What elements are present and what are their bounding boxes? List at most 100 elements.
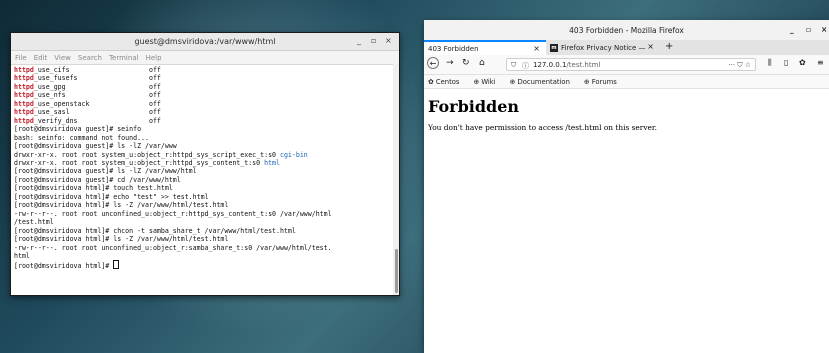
menu-icon[interactable]: ≡ [817,58,824,67]
maximize-button[interactable]: ▫ [371,36,376,45]
close-button[interactable]: × [385,36,392,45]
menu-view[interactable]: View [54,54,71,62]
terminal-text: _use_sasl off [33,108,161,117]
terminal-line: [root@dmsviridova guest]# ls -lZ /var/ww… [14,167,390,175]
terminal-text: bash: seinfo: command not found... [14,133,149,142]
firefox-favicon-icon: m [550,43,558,52]
terminal-text: [root@dmsviridova guest]# cd /var/www/ht… [14,175,181,184]
terminal-text: [root@dmsviridova html]# touch test.html [14,184,173,193]
terminal-output[interactable]: httpd_use_cifs off httpd_use_fusefs off ht… [11,64,393,295]
terminal-text: [root@dmsviridova html]# ls -Z /var/www/… [14,201,229,210]
terminal-text: html [14,251,30,260]
terminal-text: [root@dmsviridova html]# ls -Z /var/www/… [14,235,229,244]
terminal-line: [root@dmsviridova guest]# seinfo [14,125,390,133]
terminal-line: [root@dmsviridova html]# chcon -t samba_… [14,227,390,235]
page-content: Forbidden You don't have permission to a… [424,89,829,140]
page-heading: Forbidden [428,97,520,116]
terminal-menubar: File Edit View Search Terminal Help [11,51,399,65]
terminal-line: [root@dmsviridova html]# ls -Z /var/www/… [14,235,390,243]
terminal-line: httpd_use_openstack off [14,100,390,108]
menu-file[interactable]: File [15,54,27,62]
terminal-line: httpd_verify_dns off [14,117,390,125]
tracking-shield-icon[interactable]: ⛉ [511,61,516,70]
tab-privacy-notice[interactable]: m Firefox Privacy Notice — × [546,40,660,55]
terminal-text: httpd [14,116,34,125]
maximize-button[interactable]: ▫ [806,25,811,34]
terminal-text: _use_fusefs off [33,74,161,83]
bookmark-forums[interactable]: ⊕ Forums [584,78,624,86]
tab-label: 403 Forbidden [428,44,479,53]
terminal-text: _use_cifs off [33,66,161,74]
home-icon[interactable]: ⌂ [479,58,485,68]
firefox-title: 403 Forbidden - Mozilla Firefox [569,26,684,35]
terminal-text: -rw-r--r--. root root unconfined_u:objec… [14,243,332,252]
terminal-text: [root@dmsviridova guest]# seinfo [14,125,142,134]
navigation-toolbar: ← → ↻ ⌂ ⛉ ⓘ 127.0.0.1/test.html ··· ⛉ ☆ … [424,55,829,75]
terminal-text: [root@dmsviridova guest]# ls -lZ /var/ww… [14,142,177,151]
bookmark-wiki[interactable]: ⊕ Wiki [473,78,502,86]
terminal-line: [root@dmsviridova html]# [14,260,390,270]
terminal-line: drwxr-xr-x. root root system_u:object_r:… [14,159,390,167]
terminal-text: _use_gpg off [33,82,161,91]
terminal-titlebar[interactable]: guest@dmsviridova:/var/www/html _ ▫ × [11,33,399,51]
menu-terminal[interactable]: Terminal [109,54,139,62]
firefox-window[interactable]: 403 Forbidden - Mozilla Firefox _ ▫ × 40… [424,20,829,353]
reload-icon[interactable]: ↻ [462,58,470,68]
close-tab-icon[interactable]: × [647,42,654,51]
menu-help[interactable]: Help [146,54,162,62]
terminal-line: httpd_use_cifs off [14,66,390,74]
page-actions[interactable]: ··· ⛉ ☆ [728,61,751,70]
bookmark-documentation[interactable]: ⊕ Documentation [510,78,577,86]
terminal-line: httpd_use_nfs off [14,91,390,99]
terminal-line: httpd_use_fusefs off [14,74,390,82]
extension-icon[interactable]: ✿ [799,58,806,67]
sidebar-icon[interactable]: ▯ [784,58,788,67]
bookmarks-toolbar: ✿ Centos ⊕ Wiki ⊕ Documentation ⊕ Forums [424,75,829,89]
bookmark-centos[interactable]: ✿ Centos [428,78,466,86]
minimize-button[interactable]: _ [357,36,361,45]
url-path: /test.html [566,61,601,69]
terminal-window[interactable]: guest@dmsviridova:/var/www/html _ ▫ × Fi… [10,32,400,296]
terminal-line: [root@dmsviridova html]# ls -Z /var/www/… [14,201,390,209]
terminal-text: httpd [14,82,34,91]
terminal-text: httpd [14,99,34,108]
terminal-text: cgi-bin [279,150,308,159]
terminal-text: [root@dmsviridova html]# chcon -t samba_… [14,226,296,235]
terminal-line: [root@dmsviridova html]# echo "test" >> … [14,193,390,201]
terminal-line: -rw-r--r--. root root unconfined_u:objec… [14,210,390,218]
terminal-line: drwxr-xr-x. root root system_u:object_r:… [14,151,390,159]
tab-label: Firefox Privacy Notice — [561,43,646,52]
terminal-text: drwxr-xr-x. root root system_u:object_r:… [14,150,280,159]
page-message: You don't have permission to access /tes… [428,123,657,132]
new-tab-button[interactable]: + [665,41,673,52]
terminal-line: -rw-r--r--. root root unconfined_u:objec… [14,244,390,252]
terminal-text: httpd [14,74,34,83]
menu-search[interactable]: Search [78,54,102,62]
terminal-text: html [264,158,280,167]
close-button[interactable]: × [821,25,827,34]
minimize-button[interactable]: _ [790,25,794,34]
close-tab-icon[interactable]: × [533,44,540,53]
url-host: 127.0.0.1 [533,61,567,69]
tab-403-forbidden[interactable]: 403 Forbidden × [424,40,546,55]
terminal-text: _use_nfs off [33,91,161,100]
info-icon[interactable]: ⓘ [522,61,529,71]
terminal-scrollbar[interactable] [393,64,399,295]
terminal-text: httpd [14,66,34,74]
menu-edit[interactable]: Edit [34,54,48,62]
terminal-text: httpd [14,108,34,117]
terminal-line: httpd_use_gpg off [14,83,390,91]
terminal-line: bash: seinfo: command not found... [14,134,390,142]
firefox-titlebar[interactable]: 403 Forbidden - Mozilla Firefox _ ▫ × [424,20,829,40]
terminal-text: _verify_dns off [33,116,161,125]
library-icon[interactable]: ⫼ [768,58,772,68]
back-arrow-icon[interactable]: ← [427,57,439,69]
terminal-line: [root@dmsviridova html]# touch test.html [14,184,390,192]
scrollbar-thumb[interactable] [395,249,398,293]
terminal-text: drwxr-xr-x. root root system_u:object_r:… [14,158,265,167]
terminal-text: [root@dmsviridova html]# echo "test" >> … [14,192,209,201]
forward-arrow-icon[interactable]: → [446,58,454,68]
terminal-line: httpd_use_sasl off [14,108,390,116]
terminal-text: -rw-r--r--. root root unconfined_u:objec… [14,209,332,218]
url-bar[interactable]: ⛉ ⓘ 127.0.0.1/test.html ··· ⛉ ☆ [506,58,756,71]
